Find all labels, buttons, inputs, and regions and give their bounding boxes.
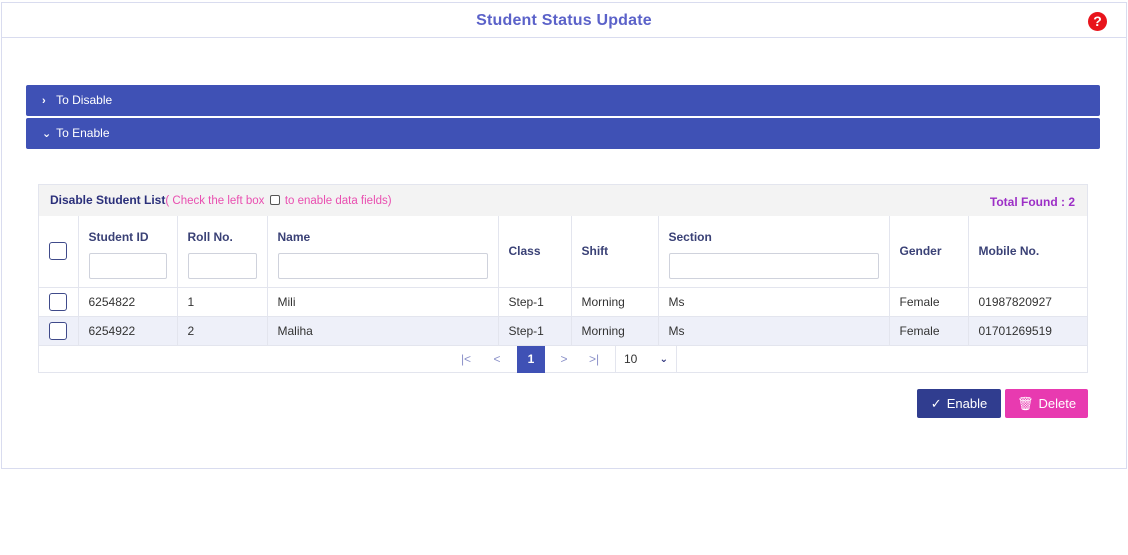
- col-label: Section: [668, 230, 712, 244]
- cell-roll-no: 1: [177, 287, 268, 317]
- cell-student-id: 6254822: [78, 287, 178, 317]
- row-checkbox[interactable]: [49, 321, 67, 340]
- col-section: Section: [658, 216, 890, 288]
- rows-per-page-select[interactable]: 10 ⌄: [615, 345, 677, 373]
- cell-mobile: 01701269519: [968, 316, 1087, 346]
- checkbox-icon: [269, 195, 280, 205]
- enable-button[interactable]: ✓ Enable: [917, 389, 1001, 418]
- enable-label: Enable: [946, 396, 988, 411]
- row-checkbox[interactable]: [49, 292, 67, 311]
- col-label: Roll No.: [187, 230, 233, 244]
- student-id-filter-input[interactable]: [88, 253, 167, 279]
- cell-shift: Morning: [571, 316, 659, 346]
- cell-name: Mili: [267, 287, 499, 317]
- col-student-id: Student ID: [78, 216, 178, 288]
- accordion-label: To Enable: [56, 126, 110, 140]
- help-icon[interactable]: ?: [1088, 12, 1107, 31]
- col-name: Name: [267, 216, 499, 288]
- disable-student-table: Disable Student List( Check the left box…: [38, 184, 1088, 373]
- page-button-1[interactable]: 1: [517, 345, 545, 373]
- chevron-down-icon: ⌄: [42, 128, 52, 140]
- check-icon: ✓: [930, 396, 942, 411]
- col-mobile: Mobile No.: [968, 216, 1087, 288]
- roll-no-filter-input[interactable]: [187, 253, 257, 279]
- delete-button[interactable]: 🗑 Delete: [1005, 389, 1088, 418]
- accordion-to-enable[interactable]: ⌄ To Enable: [26, 118, 1100, 149]
- trash-icon: 🗑: [1016, 396, 1034, 411]
- select-all-checkbox[interactable]: [49, 242, 67, 261]
- col-label: Mobile No.: [978, 244, 1040, 259]
- col-label: Name: [277, 230, 311, 244]
- cell-class: Step-1: [498, 287, 572, 317]
- first-page-icon[interactable]: |<: [452, 346, 480, 373]
- cell-shift: Morning: [571, 287, 659, 317]
- row-select-cell: [39, 287, 79, 317]
- accordion-label: To Disable: [56, 93, 113, 107]
- panel-header: Student Status Update ?: [2, 3, 1126, 38]
- cell-student-id: 6254922: [78, 316, 178, 346]
- table-row: 6254922 2 Maliha Step-1 Morning Ms Femal…: [39, 316, 1087, 346]
- cell-mobile: 01987820927: [968, 287, 1087, 317]
- select-all-cell: [39, 216, 79, 288]
- last-page-icon[interactable]: >|: [580, 346, 608, 373]
- cell-gender: Female: [889, 287, 969, 317]
- cell-roll-no: 2: [177, 316, 268, 346]
- table-caption-note-after: to enable data fields): [281, 195, 392, 207]
- name-filter-input[interactable]: [277, 253, 488, 279]
- col-roll-no: Roll No.: [177, 216, 268, 288]
- prev-page-icon[interactable]: <: [483, 346, 511, 373]
- table-row: 6254822 1 Mili Step-1 Morning Ms Female …: [39, 287, 1087, 317]
- col-label: Gender: [899, 244, 942, 259]
- col-label: Shift: [581, 244, 609, 259]
- col-label: Student ID: [88, 230, 149, 244]
- student-table: Student ID Roll No. Name Class Shift Sec…: [39, 216, 1087, 346]
- col-label: Class: [508, 244, 541, 259]
- chevron-down-icon: ⌄: [659, 353, 668, 365]
- cell-class: Step-1: [498, 316, 572, 346]
- row-select-cell: [39, 316, 79, 346]
- page-title: Student Status Update: [476, 12, 652, 29]
- accordion-to-disable[interactable]: › To Disable: [26, 85, 1100, 116]
- table-caption-title: Disable Student List: [50, 193, 166, 207]
- col-class: Class: [498, 216, 572, 288]
- cell-section: Ms: [658, 287, 890, 317]
- cell-section: Ms: [658, 316, 890, 346]
- rows-per-page-value: 10: [624, 351, 638, 366]
- table-caption: Disable Student List( Check the left box…: [39, 185, 1087, 216]
- paginator: |< < 1 > >| 10 ⌄: [39, 345, 1087, 373]
- chevron-right-icon: ›: [42, 95, 46, 107]
- col-shift: Shift: [571, 216, 659, 288]
- section-filter-input[interactable]: [668, 253, 879, 279]
- cell-gender: Female: [889, 316, 969, 346]
- total-found: Total Found : 2: [989, 195, 1075, 209]
- delete-label: Delete: [1038, 396, 1077, 411]
- table-caption-note-before: ( Check the left box: [165, 195, 268, 207]
- cell-name: Maliha: [267, 316, 499, 346]
- col-gender: Gender: [889, 216, 969, 288]
- next-page-icon[interactable]: >: [550, 346, 578, 373]
